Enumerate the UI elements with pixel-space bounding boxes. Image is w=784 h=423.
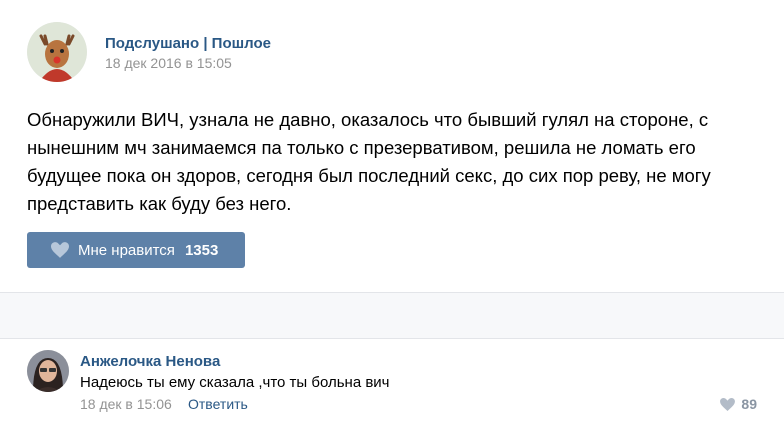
divider <box>0 338 784 339</box>
heart-icon <box>51 242 69 258</box>
post-date[interactable]: 18 дек 2016 в 15:05 <box>105 55 232 71</box>
comment-text: Надеюсь ты ему сказала ,что ты больна ви… <box>80 374 390 391</box>
user-avatar[interactable] <box>27 350 69 392</box>
heart-icon <box>720 397 736 411</box>
like-button[interactable]: Мне нравится 1353 <box>27 232 245 268</box>
reply-link[interactable]: Ответить <box>188 396 248 412</box>
comment-author-link[interactable]: Анжелочка Ненова <box>80 353 220 370</box>
group-name-link[interactable]: Подслушано | Пошлое <box>105 35 271 52</box>
post-header: Подслушано | Пошлое 18 дек 2016 в 15:05 <box>27 22 727 84</box>
group-avatar[interactable] <box>27 22 87 82</box>
like-count: 1353 <box>184 241 219 259</box>
comment: Анжелочка Ненова Надеюсь ты ему сказала … <box>27 350 767 420</box>
post-text: Обнаружили ВИЧ, узнала не давно, оказало… <box>27 109 711 214</box>
comment-like-count: 89 <box>741 396 757 412</box>
like-label: Мне нравится <box>78 241 175 259</box>
comment-like-button[interactable]: 89 <box>720 396 757 412</box>
post-footer-band <box>0 293 784 338</box>
comment-date[interactable]: 18 дек в 15:06 <box>80 396 172 412</box>
vk-post-page: Подслушано | Пошлое 18 дек 2016 в 15:05 … <box>0 0 784 423</box>
